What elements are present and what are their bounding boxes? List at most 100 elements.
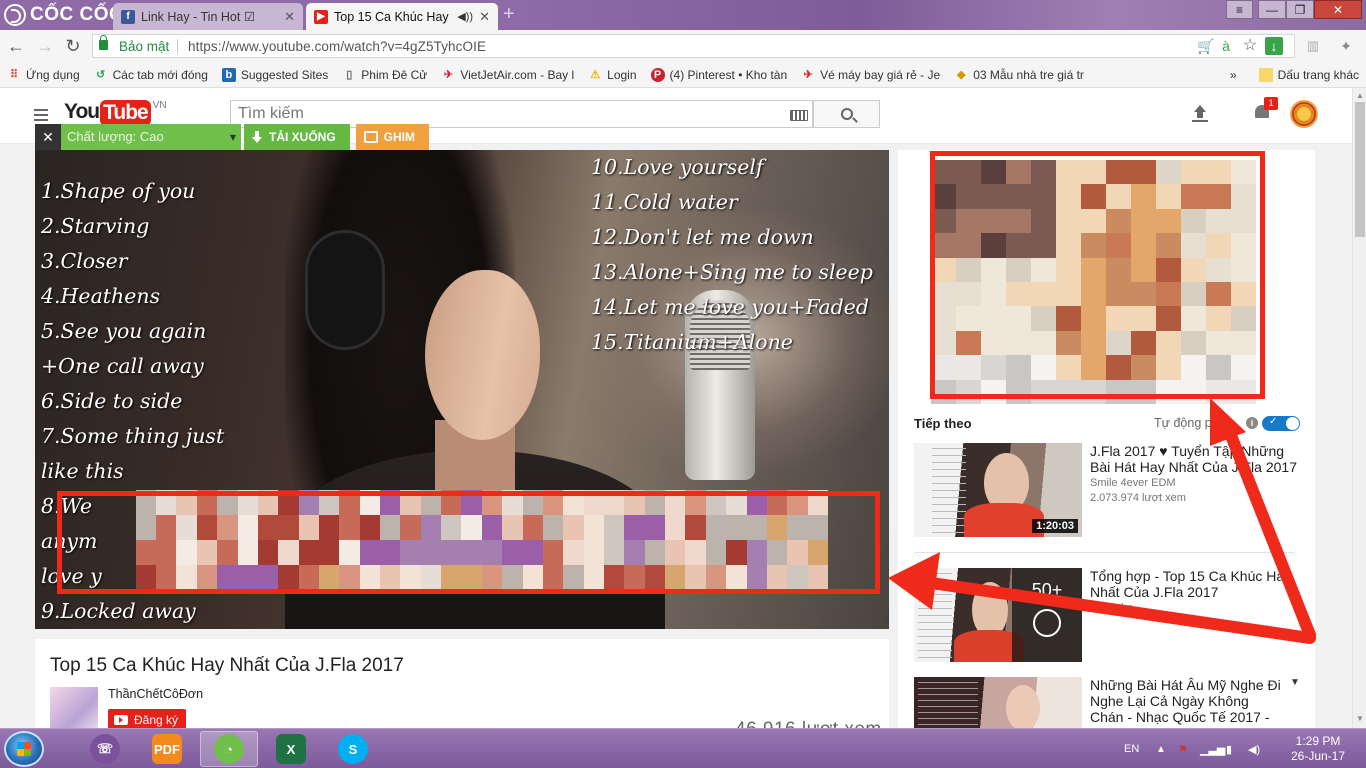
bookmark-apps[interactable]: ⠿ Ứng dụng	[0, 64, 87, 86]
pin-icon	[363, 131, 378, 143]
forward-button[interactable]: →	[35, 36, 55, 56]
taskbar-pdf[interactable]: PDF	[138, 731, 196, 767]
security-label[interactable]: Bảo mật	[119, 39, 169, 54]
video-thumbnail[interactable]: 1:20:03	[914, 443, 1082, 537]
extension-icon[interactable]: ▥	[1303, 36, 1323, 56]
youtube-logo[interactable]: You Tube VN	[64, 100, 167, 126]
bookmark-label: Phim Đê Cử	[361, 67, 428, 82]
close-window-button[interactable]: ✕	[1314, 0, 1362, 19]
new-tab-button[interactable]: +	[503, 4, 523, 25]
taskbar-coccoc[interactable]: ◔	[200, 731, 258, 767]
reload-button[interactable]: ↻	[63, 36, 83, 56]
account-avatar[interactable]	[1290, 100, 1318, 128]
hamburger-menu-icon[interactable]	[34, 109, 48, 121]
url-text[interactable]: https://www.youtube.com/watch?v=4gZ5Tyhc…	[188, 39, 486, 54]
volume-icon[interactable]: ◀)	[1248, 729, 1260, 768]
bookmark-recent-tabs[interactable]: ↺ Các tab mới đóng	[87, 64, 215, 86]
network-flag-icon[interactable]: ⚑	[1178, 729, 1188, 768]
download-video-button[interactable]: TẢI XUỐNG	[244, 124, 350, 150]
maximize-button[interactable]: ❐	[1286, 0, 1314, 19]
logo-you: You	[64, 100, 100, 123]
minimize-button[interactable]: —	[1258, 0, 1286, 19]
info-icon[interactable]: i	[1246, 417, 1258, 429]
translate-icon[interactable]: à	[1217, 37, 1235, 55]
tab-youtube[interactable]: ▶ Top 15 Ca Khúc Hay Nh ◀)) ✕	[306, 3, 498, 30]
video-thumbnail[interactable]	[914, 677, 1082, 728]
quality-select[interactable]: Chất lượng: Cao	[61, 124, 241, 150]
keyboard-icon[interactable]	[790, 110, 808, 121]
playlist-thumbnail[interactable]: 50+	[914, 568, 1082, 662]
back-button[interactable]: ←	[6, 36, 26, 56]
tray-expand-icon[interactable]: ▲	[1156, 729, 1166, 768]
star-icon[interactable]: ☆	[1241, 37, 1259, 55]
scroll-up-icon[interactable]: ▲	[1356, 91, 1364, 100]
highlight-box-ad	[930, 151, 1265, 399]
more-options-icon[interactable]: ▼	[1290, 677, 1300, 688]
tab-link-hay[interactable]: f Link Hay - Tin Hot ☑ ✕	[113, 3, 303, 30]
thumbnail-text-lines	[932, 447, 966, 533]
channel-name[interactable]: ThầnChếtCôĐơn	[108, 687, 203, 701]
check-icon: ✓	[1269, 416, 1278, 427]
related-video-3[interactable]: Những Bài Hát Âu Mỹ Nghe Đi Nghe Lại Cả …	[914, 677, 1300, 728]
thumbnail-text-lines	[918, 681, 978, 728]
start-button[interactable]	[4, 731, 44, 767]
pdf-icon: PDF	[152, 734, 182, 764]
song-line: 11.Cold water	[591, 190, 738, 214]
video-title[interactable]: Tổng hợp - Top 15 Ca Khúc Hay Nhất Của J…	[1090, 568, 1300, 600]
taskbar-excel[interactable]: X	[262, 731, 320, 767]
other-bookmarks-folder[interactable]: Dấu trang khác	[1252, 64, 1366, 86]
cart-icon[interactable]: 🛒	[1197, 37, 1215, 55]
close-tab-icon[interactable]: ✕	[479, 9, 490, 25]
signal-icon[interactable]: ▁▃▅	[1200, 729, 1225, 768]
subscribe-button[interactable]: Đăng ký	[108, 709, 187, 728]
related-video-1[interactable]: 1:20:03 J.Fla 2017 ♥ Tuyển Tập Những Bài…	[914, 443, 1297, 543]
bookmark-phim[interactable]: ▯ Phim Đê Cử	[335, 64, 434, 86]
bookmark-label: Vé máy bay giá rẻ - Je	[820, 67, 941, 82]
warning-icon: ⚠	[590, 68, 601, 81]
song-line: 2.Starving	[41, 214, 150, 238]
tab-title: Top 15 Ca Khúc Hay Nh	[334, 9, 451, 24]
bookmark-suggested-sites[interactable]: b Suggested Sites	[215, 64, 335, 86]
bookmark-jetstar[interactable]: ✈ Vé máy bay giá rẻ - Je	[794, 64, 947, 86]
audio-playing-icon[interactable]: ◀))	[457, 10, 473, 23]
pinterest-icon: P	[650, 67, 665, 82]
video-channel[interactable]: Smile 4ever EDM	[1090, 477, 1176, 489]
bing-icon: b	[221, 67, 236, 82]
bookmarks-overflow-button[interactable]: »	[1223, 64, 1244, 86]
scrollbar-thumb[interactable]	[1355, 102, 1365, 237]
bookmark-mau-nha-tre[interactable]: ◆ 03 Mẫu nhà tre giá tr	[947, 64, 1091, 86]
bookmark-label: Dấu trang khác	[1277, 67, 1359, 82]
download-icon[interactable]: ↓	[1265, 37, 1283, 55]
windows-taskbar: ☏ PDF ◔ X S EN ▲ ⚑ ▁▃▅ ▮ ◀) 1:29 PM 26-J…	[0, 728, 1366, 768]
related-playlist-2[interactable]: 50+ Tổng hợp - Top 15 Ca Khúc Hay Nhất C…	[914, 568, 1294, 668]
autoplay-toggle[interactable]: ✓	[1262, 416, 1300, 431]
browser-menu-button[interactable]: ≡	[1226, 0, 1253, 19]
battery-icon[interactable]: ▮	[1226, 729, 1232, 768]
taskbar-viber[interactable]: ☏	[76, 731, 134, 767]
page-scrollbar[interactable]: ▲ ▼	[1352, 88, 1366, 728]
video-channel[interactable]: YouTube	[1090, 602, 1133, 614]
bookmark-vietjet[interactable]: ✈ VietJetAir.com - Bay l	[434, 64, 581, 86]
bookmark-login[interactable]: ⚠ Login	[581, 64, 643, 86]
video-title[interactable]: J.Fla 2017 ♥ Tuyển Tập Những Bài Hát Hay…	[1090, 443, 1300, 475]
channel-avatar[interactable]	[50, 687, 98, 728]
brand-name: CỐC CỐC	[30, 4, 124, 25]
url-divider	[177, 39, 178, 54]
video-title[interactable]: Những Bài Hát Âu Mỹ Nghe Đi Nghe Lại Cả …	[1090, 677, 1285, 728]
url-field[interactable]: Bảo mật https://www.youtube.com/watch?v=…	[92, 34, 1295, 58]
coccoc-brand[interactable]: CỐC CỐC	[4, 2, 123, 28]
song-line: 3.Closer	[41, 249, 128, 273]
playlist-count: 50+	[1031, 580, 1063, 600]
search-button[interactable]	[813, 100, 880, 128]
puzzle-icon[interactable]: ✦	[1336, 36, 1356, 56]
system-clock[interactable]: 1:29 PM 26-Jun-17	[1274, 734, 1362, 764]
language-indicator[interactable]: EN	[1124, 729, 1139, 768]
close-tab-icon[interactable]: ✕	[284, 9, 295, 25]
bookmark-pinterest[interactable]: P (4) Pinterest • Kho tàn	[644, 64, 795, 86]
facebook-icon: f	[121, 9, 135, 24]
scroll-down-icon[interactable]: ▼	[1356, 714, 1364, 723]
region-label: VN	[152, 100, 167, 111]
pin-button[interactable]: GHIM	[355, 124, 430, 150]
taskbar-skype[interactable]: S	[324, 731, 382, 767]
close-download-toolbar-button[interactable]: ✕	[35, 124, 61, 150]
